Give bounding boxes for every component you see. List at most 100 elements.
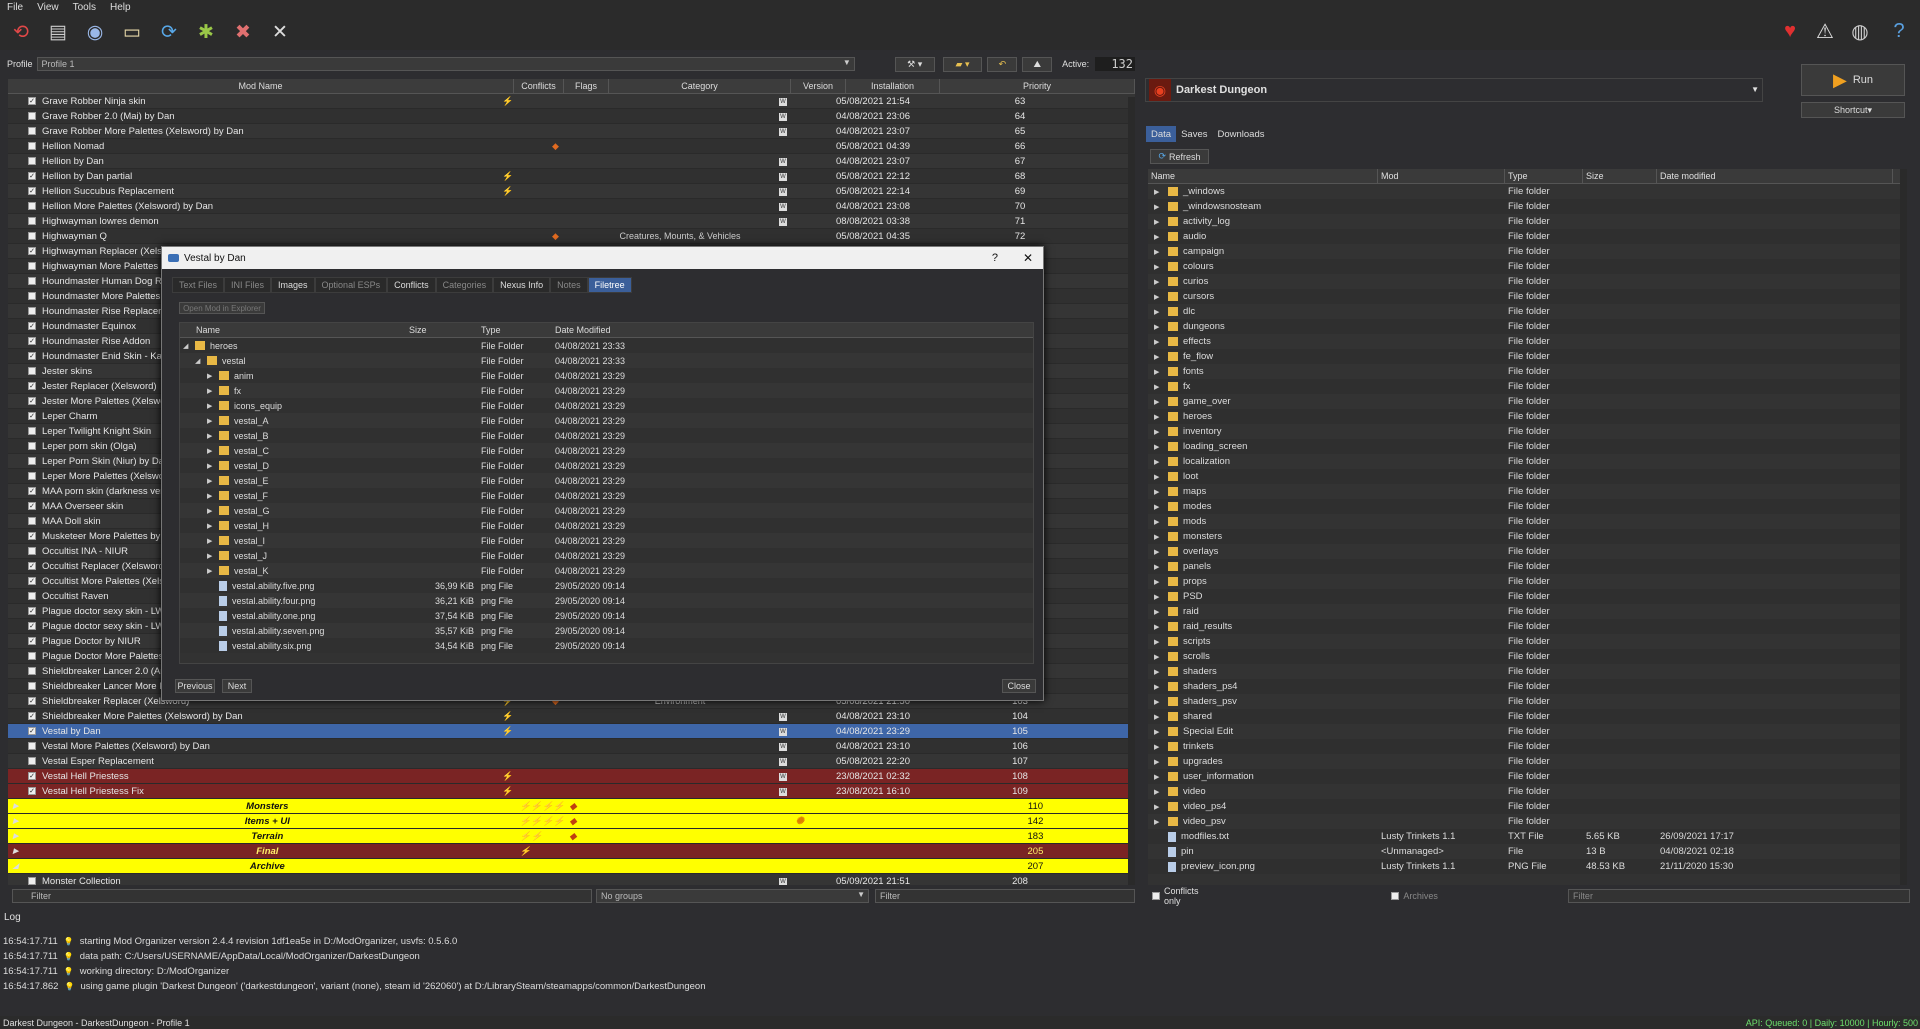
data-tree-row[interactable]: ▶ dlc File folder xyxy=(1148,304,1900,319)
data-tree-row[interactable]: ▶ campaign File folder xyxy=(1148,244,1900,259)
data-tree-row[interactable]: ▶ fx File folder xyxy=(1148,379,1900,394)
expand-arrow-icon[interactable]: ▶ xyxy=(207,432,219,440)
file-tree-row[interactable]: ▶ vestal_E File Folder 04/08/2021 23:29 xyxy=(180,473,1033,488)
data-tree-row[interactable]: ▶ maps File folder xyxy=(1148,484,1900,499)
refresh-icon[interactable]: ⟳ xyxy=(154,17,184,47)
mod-checkbox[interactable]: ✓ xyxy=(28,532,36,540)
col-conflicts[interactable]: Conflicts xyxy=(514,79,564,93)
nexus-icon[interactable]: ◉ xyxy=(80,17,110,47)
table-row[interactable]: ✓ Hellion by Dan partial ⚡ W04/08/2021 05/08… xyxy=(8,169,1135,184)
mod-checkbox[interactable]: ✓ xyxy=(28,637,36,645)
expand-arrow-icon[interactable]: ◢ xyxy=(183,342,195,350)
mod-checkbox[interactable] xyxy=(28,877,36,885)
install-mod-icon[interactable]: ▤ xyxy=(43,17,73,47)
data-tree-row[interactable]: ▶ dungeons File folder xyxy=(1148,319,1900,334)
data-tree-row[interactable]: ▶ loading_screen File folder xyxy=(1148,439,1900,454)
expand-arrow-icon[interactable]: ▶ xyxy=(1154,518,1168,526)
file-tree-row[interactable]: vestal.ability.seven.png 35,57 KiB png Fil… xyxy=(180,623,1033,638)
expand-arrow-icon[interactable]: ▶ xyxy=(1154,593,1168,601)
archives-checkbox[interactable] xyxy=(1391,892,1400,900)
file-tree-row[interactable]: vestal.ability.five.png 36,99 KiB png File… xyxy=(180,578,1033,593)
mod-checkbox[interactable] xyxy=(28,292,36,300)
table-row[interactable]: Hellion More Palettes (Xelsword) by Dan W… xyxy=(8,199,1135,214)
data-tree-row[interactable]: ▶ scripts File folder xyxy=(1148,634,1900,649)
data-tree-row[interactable]: ▶ Special Edit File folder xyxy=(1148,724,1900,739)
data-tree-row[interactable]: ▶ activity_log File folder xyxy=(1148,214,1900,229)
table-row[interactable]: ▶ Final ⚡ 205 xyxy=(8,844,1135,859)
data-tree-row[interactable]: ▶ mods File folder xyxy=(1148,514,1900,529)
expand-arrow-icon[interactable]: ▶ xyxy=(1154,368,1168,376)
mod-checkbox[interactable]: ✓ xyxy=(28,772,36,780)
expand-arrow-icon[interactable]: ▶ xyxy=(1154,338,1168,346)
data-tree-row[interactable]: ▶ scrolls File folder xyxy=(1148,649,1900,664)
tab-images[interactable]: Images xyxy=(271,277,315,293)
col-date[interactable]: Date modified xyxy=(1657,169,1893,183)
table-row[interactable]: ▶ Terrain ⚡⚡ ◆ 183 xyxy=(8,829,1135,844)
expand-arrow-icon[interactable]: ▶ xyxy=(13,832,23,840)
expand-arrow-icon[interactable]: ▶ xyxy=(1154,263,1168,271)
expand-arrow-icon[interactable]: ▶ xyxy=(207,417,219,425)
expand-arrow-icon[interactable]: ▶ xyxy=(1154,218,1168,226)
col-type[interactable]: Type xyxy=(478,325,552,335)
tab-notes[interactable]: Notes xyxy=(550,277,588,293)
expand-arrow-icon[interactable]: ▶ xyxy=(1154,293,1168,301)
col-priority[interactable]: Priority xyxy=(940,79,1135,93)
tab-categories[interactable]: Categories xyxy=(435,277,494,293)
file-tree-row[interactable]: ▶ icons_equip File Folder 04/08/2021 23:29 xyxy=(180,398,1033,413)
mod-checkbox[interactable]: ✓ xyxy=(28,187,36,195)
data-tree-row[interactable]: ▶ shaders_psv File folder xyxy=(1148,694,1900,709)
mod-list-scrollbar[interactable] xyxy=(1128,97,1135,885)
data-tree-row[interactable]: ▶ video_ps4 File folder xyxy=(1148,799,1900,814)
expand-arrow-icon[interactable]: ▶ xyxy=(1154,353,1168,361)
col-size[interactable]: Size xyxy=(406,325,478,335)
table-row[interactable]: Monster CollectionW05/09/2021 21:5120805… xyxy=(8,874,1135,885)
expand-arrow-icon[interactable]: ▶ xyxy=(1154,308,1168,316)
mod-checkbox[interactable] xyxy=(28,652,36,660)
data-tree-row[interactable]: ▶ heroes File folder xyxy=(1148,409,1900,424)
data-tree-row[interactable]: ▶ localization File folder xyxy=(1148,454,1900,469)
expand-arrow-icon[interactable]: ▶ xyxy=(1154,773,1168,781)
data-tree-row[interactable]: ▶ trinkets File folder xyxy=(1148,739,1900,754)
tab-optional-esps[interactable]: Optional ESPs xyxy=(314,277,388,293)
tab-ini-files[interactable]: INI Files xyxy=(224,277,272,293)
file-tree-row[interactable]: vestal.ability.six.png 34,54 KiB png File 2… xyxy=(180,638,1033,653)
data-tree-row[interactable]: ▶ shaders_ps4 File folder xyxy=(1148,679,1900,694)
menu-tools[interactable]: Tools xyxy=(66,2,103,13)
mod-checkbox[interactable] xyxy=(28,127,36,135)
file-tree-row[interactable]: ▶ vestal_J File Folder 04/08/2021 23:29 xyxy=(180,548,1033,563)
expand-arrow-icon[interactable]: ▶ xyxy=(1154,413,1168,421)
expand-arrow-icon[interactable]: ▶ xyxy=(1154,428,1168,436)
next-button[interactable]: Next xyxy=(222,679,252,693)
tools-menu-button[interactable]: ⚒ ▾ xyxy=(894,56,935,72)
expand-arrow-icon[interactable]: ◢ xyxy=(13,862,23,870)
folder-menu-button[interactable]: ▰ ▾ xyxy=(942,56,983,72)
table-row[interactable]: ▶ Items + UI ⚡⚡⚡⚡ ◆ ✺ 142 xyxy=(8,814,1135,829)
data-tree-row[interactable]: ▶ props File folder xyxy=(1148,574,1900,589)
create-backup-button[interactable]: ⛰ xyxy=(1022,56,1053,72)
data-tree-row[interactable]: ▶ raid File folder xyxy=(1148,604,1900,619)
file-tree-row[interactable]: ▶ vestal_G File Folder 04/08/2021 23:29 xyxy=(180,503,1033,518)
settings-icon[interactable]: ✕ xyxy=(265,17,295,47)
mod-checkbox[interactable] xyxy=(28,427,36,435)
col-size[interactable]: Size xyxy=(1583,169,1657,183)
tab-conflicts[interactable]: Conflicts xyxy=(387,277,436,293)
expand-arrow-icon[interactable]: ▶ xyxy=(207,507,219,515)
expand-arrow-icon[interactable]: ▶ xyxy=(1154,278,1168,286)
table-row[interactable]: Hellion Nomad ◆ 05/08/2021 04:39 66 xyxy=(8,139,1135,154)
data-tree-row[interactable]: ▶ loot File folder xyxy=(1148,469,1900,484)
col-installation[interactable]: Installation xyxy=(846,79,940,93)
mod-checkbox[interactable] xyxy=(28,142,36,150)
data-tree-row[interactable]: ▶ raid_results File folder xyxy=(1148,619,1900,634)
data-tree-row[interactable]: ▶ cursors File folder xyxy=(1148,289,1900,304)
data-tree-row[interactable]: ▶ _windowsnosteam File folder xyxy=(1148,199,1900,214)
mod-checkbox[interactable] xyxy=(28,157,36,165)
file-tree-row[interactable]: ▶ vestal_B File Folder 04/08/2021 23:29 xyxy=(180,428,1033,443)
mod-checkbox[interactable]: ✓ xyxy=(28,787,36,795)
mod-checkbox[interactable] xyxy=(28,547,36,555)
mod-checkbox[interactable]: ✓ xyxy=(28,322,36,330)
mod-checkbox[interactable] xyxy=(28,757,36,765)
expand-arrow-icon[interactable]: ▶ xyxy=(1154,503,1168,511)
file-tree-row[interactable]: ▶ vestal_A File Folder 04/08/2021 23:29 xyxy=(180,413,1033,428)
expand-arrow-icon[interactable]: ▶ xyxy=(1154,458,1168,466)
table-row[interactable]: Vestal More Palettes (Xelsword) by Dan W 0… xyxy=(8,739,1135,754)
